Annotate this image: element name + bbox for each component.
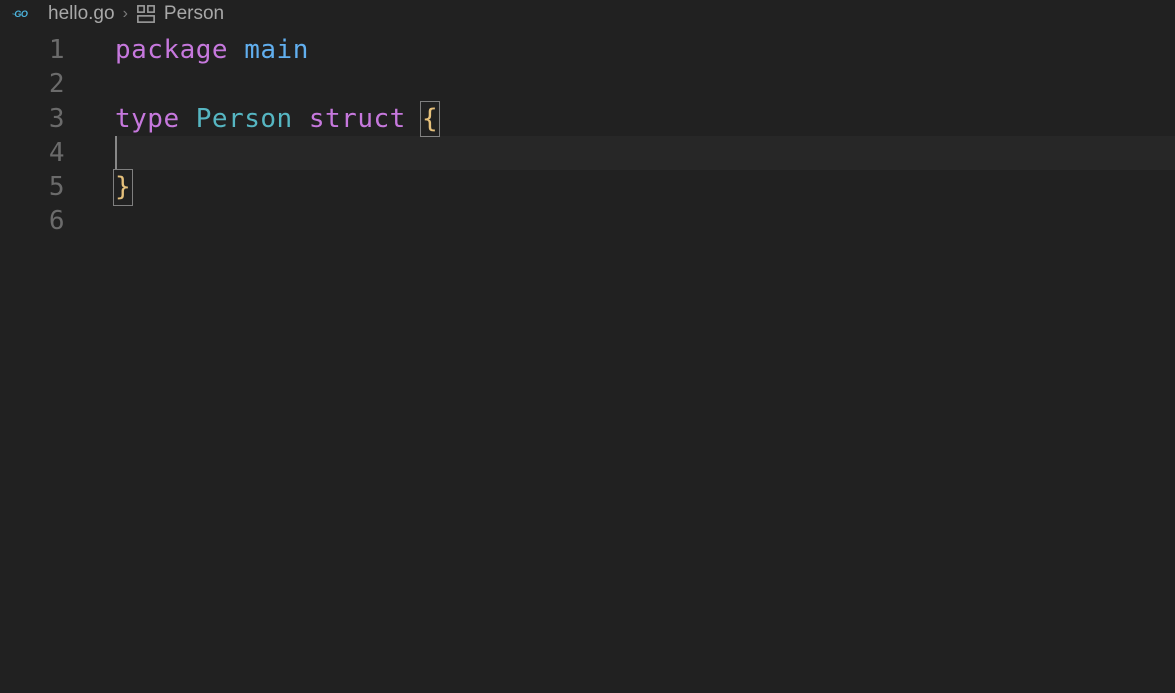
code-token: struct: [309, 102, 406, 136]
breadcrumb-file[interactable]: hello.go: [48, 3, 115, 25]
code-token: type: [115, 102, 180, 136]
line-number: 4: [0, 136, 65, 170]
go-language-icon: ~GO: [10, 7, 40, 21]
code-token: [293, 102, 309, 136]
code-token: package: [115, 33, 228, 67]
code-token: [180, 102, 196, 136]
code-area[interactable]: package main type Person struct {}: [95, 28, 1175, 239]
struct-symbol-icon: [136, 4, 156, 24]
code-editor[interactable]: 1 2 3 4 5 6 package main type Person stru…: [0, 28, 1175, 239]
code-token: Person: [196, 102, 293, 136]
code-line[interactable]: [115, 67, 1175, 101]
code-line[interactable]: type Person struct {: [115, 102, 1175, 136]
code-token: [228, 33, 244, 67]
code-token: }: [113, 169, 133, 205]
code-token: main: [244, 33, 309, 67]
breadcrumb-symbol[interactable]: Person: [164, 3, 224, 25]
breadcrumb: ~GO hello.go › Person: [0, 0, 1175, 28]
line-number: 6: [0, 204, 65, 238]
code-line[interactable]: package main: [115, 33, 1175, 67]
code-line[interactable]: [115, 136, 1175, 170]
chevron-right-icon: ›: [123, 5, 128, 23]
code-line[interactable]: }: [115, 170, 1175, 204]
line-number-gutter: 1 2 3 4 5 6: [0, 28, 95, 239]
line-number: 5: [0, 170, 65, 204]
code-token: {: [420, 101, 440, 137]
line-number: 1: [0, 33, 65, 67]
line-number: 2: [0, 67, 65, 101]
code-line[interactable]: [115, 204, 1175, 238]
svg-text:~GO: ~GO: [12, 9, 28, 19]
line-number: 3: [0, 102, 65, 136]
